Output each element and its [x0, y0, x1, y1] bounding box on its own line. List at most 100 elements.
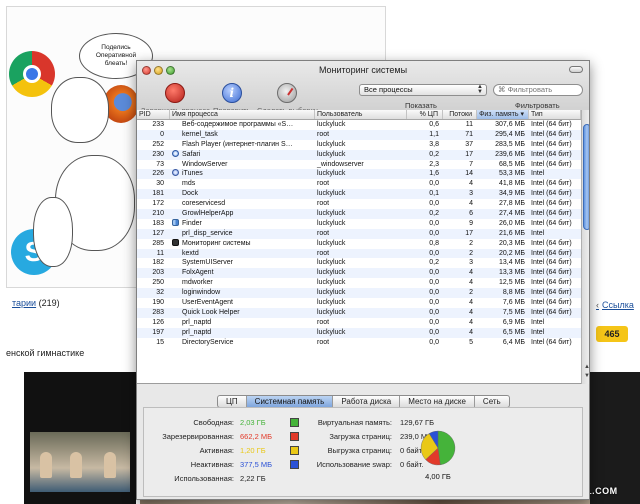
pid-cell: 230 [152, 150, 164, 158]
memory-cell: 6,5 МБ [502, 328, 525, 336]
process-filter-select[interactable]: Все процессы ▲ ▼ [359, 84, 487, 96]
user-cell: root [317, 130, 330, 138]
threads-cell: 4 [469, 318, 473, 326]
user-cell: luckyluck [317, 170, 346, 178]
process-name-cell: WindowServer [170, 160, 315, 170]
threads-cell: 4 [469, 269, 473, 277]
pid-cell: 252 [152, 140, 164, 148]
table-row[interactable]: 15 DirectoryService root 0,0 5 6,4 МБ Intel (6… [137, 338, 581, 348]
user-cell: luckyluck [317, 328, 346, 336]
table-row[interactable]: 283 Quick Look Helper luckyluck 0,0 4 7,5 МБ I… [137, 307, 581, 318]
video-thumbnail[interactable] [590, 372, 640, 504]
cpu-cell: 0,0 [429, 279, 439, 287]
table-row[interactable]: 190 UserEventAgent luckyluck 0,0 4 7,6 МБ Inte… [137, 298, 581, 308]
memory-stat-value: 2,22 ГБ [240, 473, 266, 483]
kind-cell: Intel (64 бит) [531, 249, 572, 257]
process-name-cell: mdworker [170, 278, 315, 288]
memory-stat-label: Зарезервированная: [162, 431, 234, 441]
process-name-text: Safari [182, 150, 201, 158]
filter-search-field[interactable]: ⌘ Фильтровать [493, 84, 583, 96]
tab-3[interactable]: Место на диске [400, 396, 475, 407]
cpu-cell: 0,0 [429, 318, 439, 326]
table-row[interactable]: 32 loginwindow luckyluck 0,0 2 8,8 МБ Intel (6… [137, 288, 581, 299]
pid-cell: 250 [152, 279, 164, 287]
table-row[interactable]: 226 iTunes luckyluck 1,6 14 53,3 МБ Intel [137, 169, 581, 180]
rating-badge[interactable]: 465 [596, 326, 628, 342]
table-row[interactable]: 210 GrowlHelperApp luckyluck 0,2 6 27,4 МБ Int… [137, 209, 581, 219]
tab-1[interactable]: Системная память [246, 396, 334, 407]
tab-0[interactable]: ЦП [218, 396, 247, 407]
process-name-cell: Safari [170, 149, 315, 160]
column-header-threads[interactable]: Потоки [443, 110, 477, 119]
column-header-pid[interactable]: PID [137, 110, 170, 119]
vm-stat-label: Использование swap: [316, 460, 392, 469]
tab-4[interactable]: Сеть [475, 396, 509, 407]
table-row[interactable]: 182 SystemUIServer luckyluck 0,2 3 13,4 МБ Int… [137, 258, 581, 268]
process-name-cell: SystemUIServer [170, 258, 315, 268]
blank-icon [172, 229, 179, 236]
column-header-name[interactable]: Имя процесса [170, 110, 315, 119]
pid-cell: 172 [152, 200, 164, 208]
pid-cell: 233 [152, 121, 164, 128]
memory-cell: 12,5 МБ [499, 279, 525, 287]
table-row[interactable]: 11 kextd root 0,0 2 20,2 МБ Intel (64 бит) [137, 248, 581, 259]
pid-cell: 285 [152, 239, 164, 247]
threads-cell: 4 [469, 308, 473, 316]
column-header-real-memory[interactable]: Физ. память ▾ [477, 110, 529, 119]
blank-icon [172, 268, 179, 275]
process-name-text: loginwindow [182, 289, 221, 297]
scroll-up-arrow-icon[interactable]: ▲ [584, 364, 589, 370]
table-row[interactable]: 203 FolxAgent luckyluck 0,0 4 13,3 МБ Intel (6… [137, 268, 581, 279]
pid-cell: 190 [152, 299, 164, 307]
pid-cell: 30 [156, 180, 164, 188]
column-header-user[interactable]: Пользователь [315, 110, 407, 119]
kind-cell: Intel (64 бит) [531, 200, 572, 208]
cpu-cell: 3,8 [429, 140, 439, 148]
table-row[interactable]: 197 prl_naptd luckyluck 0,0 4 6,5 МБ Intel [137, 327, 581, 338]
kind-cell: Intel (64 бит) [531, 289, 572, 297]
scroll-down-arrow-icon[interactable]: ▼ [584, 373, 589, 379]
table-row[interactable]: 285 Мониторинг системы luckyluck 0,8 2 20,3 М… [137, 238, 581, 249]
pid-cell: 11 [156, 249, 164, 257]
process-name-text: prl_naptd [182, 328, 212, 336]
user-cell: luckyluck [317, 190, 346, 198]
process-name-text: Finder [182, 219, 202, 227]
video-thumbnail[interactable] [24, 372, 136, 504]
table-row[interactable]: 0 kernel_task root 1,1 71 295,4 МБ Intel (64 б… [137, 129, 581, 140]
table-row[interactable]: 172 coreservicesd root 0,0 4 27,8 МБ Intel (64… [137, 199, 581, 209]
table-row[interactable]: 126 prl_naptd root 0,0 4 6,9 МБ Intel [137, 318, 581, 328]
column-header-kind[interactable]: Тип [529, 110, 581, 119]
threads-cell: 11 [465, 121, 473, 128]
process-name-text: prl_disp_service [182, 229, 233, 237]
table-row[interactable]: 73 WindowServer _windowserver 2,3 7 68,5 МБ In… [137, 160, 581, 170]
tab-2[interactable]: Работа диска [333, 396, 401, 407]
column-header-cpu[interactable]: % ЦП [407, 110, 443, 119]
memory-cell: 6,9 МБ [502, 318, 525, 326]
scrollbar-thumb[interactable] [583, 124, 589, 230]
pid-cell: 181 [152, 190, 164, 198]
pid-cell: 182 [152, 259, 164, 267]
table-row[interactable]: 230 Safari luckyluck 0,2 17 239,6 МБ Intel (64… [137, 149, 581, 160]
blank-icon [172, 278, 179, 285]
process-name-text: iTunes [182, 170, 203, 178]
share-link[interactable]: ‹ Ссылка [596, 300, 634, 310]
comments-link[interactable]: тарии [12, 298, 36, 308]
table-row[interactable]: 181 Dock luckyluck 0,1 3 34,9 МБ Intel (64 бит… [137, 189, 581, 200]
table-row[interactable]: 233 Веб-содержимое программы «S… luckyluck… [137, 120, 581, 130]
share-link-label: Ссылка [602, 300, 634, 310]
table-row[interactable]: 127 prl_disp_service root 0,0 17 21,6 МБ Intel [137, 228, 581, 239]
cpu-cell: 0,0 [429, 180, 439, 188]
table-row[interactable]: 252 Flash Player (интернет-плагин S… lucky… [137, 140, 581, 150]
table-scrollbar[interactable]: ▲ ▼ [581, 110, 589, 384]
vm-stat-value: 129,67 ГБ [400, 418, 435, 427]
table-row[interactable]: 183 Finder luckyluck 0,0 9 26,0 МБ Intel (64 б… [137, 218, 581, 229]
memory-cell: 6,4 МБ [502, 338, 525, 346]
article-title-fragment[interactable]: енской гимнастике [6, 348, 84, 358]
process-name-cell: iTunes [170, 169, 315, 179]
video-person [40, 452, 52, 478]
memory-cell: 307,6 МБ [495, 121, 525, 128]
table-row[interactable]: 30 mds root 0,0 4 41,8 МБ Intel (64 бит) [137, 179, 581, 189]
pid-cell: 15 [156, 338, 164, 346]
cpu-cell: 0,0 [429, 299, 439, 307]
table-row[interactable]: 250 mdworker luckyluck 0,0 4 12,5 МБ Intel (64… [137, 278, 581, 288]
